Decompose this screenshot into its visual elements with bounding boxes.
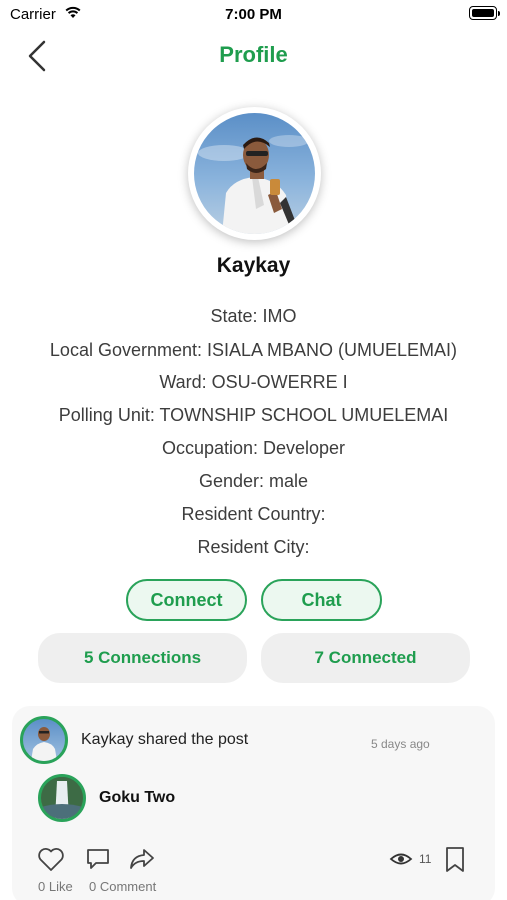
connect-button[interactable]: Connect <box>126 579 247 621</box>
sharer-avatar[interactable] <box>20 716 68 764</box>
post-timestamp: 5 days ago <box>371 737 430 751</box>
local-government-text: Local Government: ISIALA MBANO (UMUELEMA… <box>49 340 458 360</box>
profile-avatar <box>188 107 321 240</box>
post-author-name[interactable]: Goku Two <box>99 789 175 807</box>
bookmark-icon[interactable] <box>444 846 466 873</box>
chat-button[interactable]: Chat <box>261 579 382 621</box>
share-icon[interactable] <box>128 847 156 871</box>
author-avatar[interactable] <box>38 774 86 822</box>
person-photo-icon <box>31 727 57 761</box>
page-title: Profile <box>219 42 288 67</box>
connected-button[interactable]: 7 Connected <box>261 633 470 683</box>
profile-name: Kaykay <box>216 254 291 277</box>
state-text: State: IMO <box>210 306 297 326</box>
comments-count: 0 Comment <box>89 879 157 894</box>
clock: 7:00 PM <box>225 6 282 23</box>
resident-country-text: Resident Country: <box>181 504 326 524</box>
battery-icon <box>469 6 500 20</box>
connections-button[interactable]: 5 Connections <box>38 633 247 683</box>
polling-unit-text: Polling Unit: TOWNSHIP SCHOOL UMUELEMAI <box>58 405 449 425</box>
gender-text: Gender: male <box>198 471 309 491</box>
status-bar: Carrier 7:00 PM <box>0 0 507 28</box>
shared-post-text: Kaykay shared the post <box>81 731 249 748</box>
views-eye-icon <box>389 853 413 865</box>
comment-icon[interactable] <box>85 847 111 871</box>
occupation-text: Occupation: Developer <box>161 438 346 458</box>
waterfall-photo-icon <box>41 777 83 819</box>
avatar-photo <box>194 113 315 234</box>
resident-city-text: Resident City: <box>197 537 310 557</box>
like-heart-icon[interactable] <box>37 846 65 872</box>
person-photo-icon <box>198 135 309 234</box>
likes-count: 0 Like <box>38 879 73 894</box>
views-count: 11 <box>419 852 432 866</box>
ward-text: Ward: OSU-OWERRE I <box>159 372 348 392</box>
